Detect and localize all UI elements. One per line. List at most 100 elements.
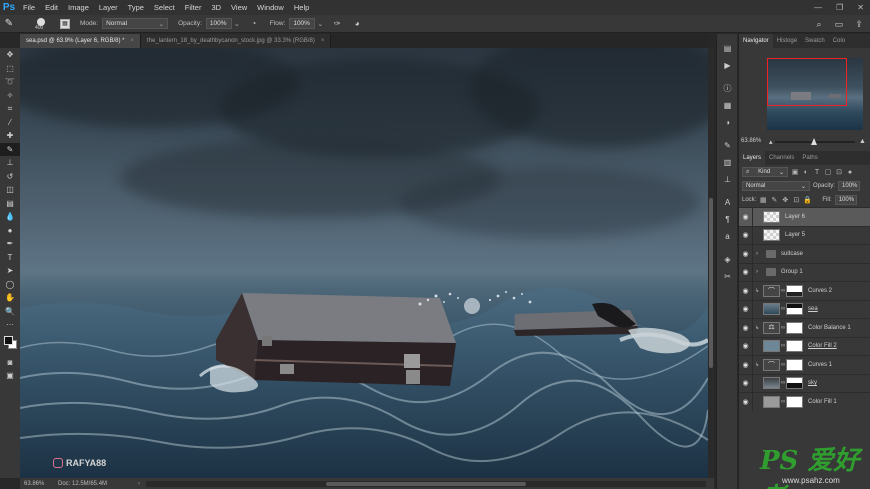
lock-position-icon[interactable]: ✥ — [781, 196, 789, 204]
zoom-in-icon[interactable]: ▲ — [859, 138, 866, 145]
visibility-eye-icon[interactable]: ◉ — [739, 355, 753, 374]
visibility-eye-icon[interactable]: ◉ — [739, 244, 753, 263]
layer-row-group-1[interactable]: ◉ › Group 1 — [739, 262, 870, 282]
filter-toggle-icon[interactable]: ● — [846, 168, 854, 176]
visibility-eye-icon[interactable]: ◉ — [739, 392, 753, 411]
tab-histogram[interactable]: Histoge — [773, 34, 801, 48]
type-filter-icon[interactable]: T — [813, 168, 821, 176]
kind-filter-select[interactable]: ⌕ Kind ⌄ — [742, 167, 788, 177]
clone-source-icon[interactable]: ⊥ — [717, 171, 738, 188]
play-actions-icon[interactable]: ▶ — [717, 57, 738, 74]
layer-row-sea[interactable]: ◉ ∞ sea — [739, 299, 870, 319]
menu-help[interactable]: Help — [289, 3, 314, 12]
mode-select[interactable]: Normal ⌄ — [102, 18, 169, 29]
share-icon[interactable]: ⇪ — [852, 17, 866, 31]
visibility-eye-icon[interactable]: ◉ — [739, 318, 753, 337]
visibility-eye-icon[interactable]: ◉ — [739, 226, 753, 245]
tab-swatches[interactable]: Swatch — [801, 34, 829, 48]
tab-lantern-jpg[interactable]: the_lantern_18_by_deathbycanon_stock.jpg… — [141, 34, 332, 48]
menu-select[interactable]: Select — [149, 3, 180, 12]
pixel-filter-icon[interactable]: ▣ — [791, 168, 799, 176]
menu-edit[interactable]: Edit — [40, 3, 63, 12]
pen-tool-icon[interactable]: ✒ — [0, 237, 20, 251]
expand-arrow-icon[interactable]: › — [756, 269, 762, 275]
brush-panel-toggle-icon[interactable]: ▦ — [60, 18, 70, 29]
workspace-icon[interactable]: ▭ — [832, 17, 846, 31]
search-icon[interactable]: ⌕ — [812, 17, 826, 31]
fill-input[interactable]: 100% — [834, 195, 857, 205]
visibility-eye-icon[interactable]: ◉ — [739, 263, 753, 282]
slider-knob[interactable] — [811, 138, 817, 145]
history-panel-icon[interactable]: ▤ — [717, 40, 738, 57]
tab-color[interactable]: Colo — [829, 34, 849, 48]
glyphs-panel-icon[interactable]: a — [717, 228, 738, 245]
screen-mode-icon[interactable]: ▣ — [0, 369, 20, 383]
layer-row-color-fill-1[interactable]: ◉ ∞ Color Fill 1 — [739, 392, 870, 411]
tab-sea-psd[interactable]: sea.psd @ 63.9% (Layer 6, RGB/8) * × — [20, 34, 141, 48]
maximize-icon[interactable]: ❐ — [836, 3, 843, 12]
move-tool-icon[interactable]: ✥ — [0, 48, 20, 62]
quick-mask-icon[interactable]: ◙ — [0, 356, 20, 370]
navigator-preview[interactable] — [767, 58, 863, 130]
airbrush-icon[interactable]: ✑ — [331, 18, 343, 30]
menu-file[interactable]: File — [18, 3, 40, 12]
menu-window[interactable]: Window — [252, 3, 289, 12]
eyedropper-tool-icon[interactable]: ⁄ — [0, 116, 20, 130]
healing-brush-tool-icon[interactable]: ✚ — [0, 129, 20, 143]
zoom-tool-icon[interactable]: 🔍 — [0, 305, 20, 319]
tab-navigator[interactable]: Navigator — [739, 34, 773, 48]
quick-select-tool-icon[interactable]: ✧ — [0, 89, 20, 103]
lock-pixels-icon[interactable]: ✎ — [770, 196, 778, 204]
layer-row-curves-1[interactable]: ◉ ↳ ⌒ ∞ Curves 1 — [739, 355, 870, 374]
color-swatches[interactable] — [0, 332, 20, 356]
info-panel-icon[interactable]: ⓘ — [717, 80, 738, 97]
brush-presets-icon[interactable]: ▥ — [717, 154, 738, 171]
flow-input[interactable]: 100% — [289, 18, 316, 29]
menu-filter[interactable]: Filter — [180, 3, 207, 12]
scrollbar-thumb[interactable] — [709, 198, 713, 368]
visibility-eye-icon[interactable]: ◉ — [739, 300, 753, 319]
navigator-view-rect[interactable] — [767, 58, 847, 106]
type-tool-icon[interactable]: T — [0, 251, 20, 265]
canvas-horizontal-scrollbar[interactable] — [146, 480, 706, 487]
layer-row-sky[interactable]: ◉ ∞ sky — [739, 373, 870, 393]
menu-type[interactable]: Type — [123, 3, 149, 12]
menu-layer[interactable]: Layer — [94, 3, 123, 12]
menu-image[interactable]: Image — [63, 3, 94, 12]
brush-tool-preset-icon[interactable]: ✎ — [0, 15, 18, 33]
zoom-level[interactable]: 63.86% — [20, 481, 58, 487]
document-canvas[interactable]: RAFYA88 — [20, 48, 708, 478]
brush-size-picker[interactable]: 400 — [32, 17, 52, 31]
visibility-eye-icon[interactable]: ◉ — [739, 374, 753, 393]
layer-row-layer-6[interactable]: ◉ Layer 6 — [739, 207, 870, 226]
character-panel-icon[interactable]: A — [717, 194, 738, 211]
lock-all-icon[interactable]: 🔒 — [803, 196, 812, 204]
foreground-color-swatch[interactable] — [4, 335, 13, 345]
scrollbar-thumb[interactable] — [326, 481, 526, 486]
visibility-eye-icon[interactable]: ◉ — [739, 281, 753, 300]
layer-row-curves-2[interactable]: ◉ ↳ ⌒ ∞ Curves 2 — [739, 281, 870, 300]
path-selection-tool-icon[interactable]: ➤ — [0, 264, 20, 278]
adjustment-filter-icon[interactable]: ◐ — [802, 168, 810, 176]
hand-tool-icon[interactable]: ✋ — [0, 291, 20, 305]
expand-arrow-icon[interactable]: › — [756, 251, 762, 257]
layer-opacity-input[interactable]: 100% — [838, 181, 861, 191]
history-brush-tool-icon[interactable]: ↺ — [0, 170, 20, 184]
properties-panel-icon[interactable]: ▦ — [717, 97, 738, 114]
clone-stamp-tool-icon[interactable]: ⊥ — [0, 156, 20, 170]
dodge-tool-icon[interactable]: ● — [0, 224, 20, 238]
navigator-zoom-slider[interactable] — [775, 138, 855, 145]
visibility-eye-icon[interactable]: ◉ — [739, 207, 753, 226]
more-tools-icon[interactable]: ··· — [0, 318, 20, 332]
blend-mode-select[interactable]: Normal ⌄ — [742, 181, 810, 191]
blur-tool-icon[interactable]: 💧 — [0, 210, 20, 224]
brush-tool-icon[interactable]: ✎ — [0, 142, 20, 156]
lock-artboard-icon[interactable]: ⊡ — [792, 196, 800, 204]
gradient-tool-icon[interactable]: ▤ — [0, 197, 20, 211]
close-tab-icon[interactable]: × — [321, 38, 325, 44]
lasso-tool-icon[interactable]: ➰ — [0, 75, 20, 89]
adjustments-panel-icon[interactable]: ◑ — [717, 114, 738, 131]
shape-tool-icon[interactable]: ◯ — [0, 278, 20, 292]
marquee-tool-icon[interactable]: ⬚ — [0, 62, 20, 76]
tab-layers[interactable]: Layers — [739, 151, 766, 165]
